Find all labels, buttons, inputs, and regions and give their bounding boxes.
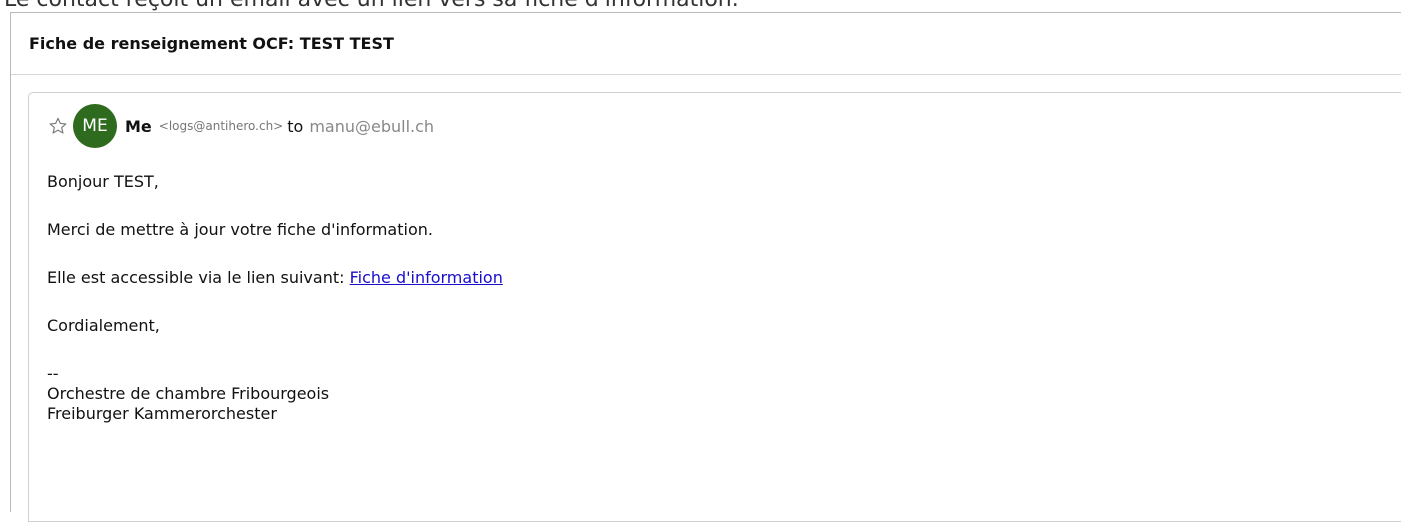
signature-separator: -- — [47, 364, 59, 383]
avatar: ME — [73, 104, 117, 148]
body-line-1: Merci de mettre à jour votre fiche d'inf… — [47, 220, 433, 239]
sender-email: <logs@antihero.ch> — [158, 119, 284, 133]
star-icon[interactable] — [47, 115, 69, 137]
message-header: ME Me <logs@antihero.ch> to manu@ebull.c… — [47, 104, 434, 148]
body-line-2: Elle est accessible via le lien suivant:… — [47, 268, 503, 288]
email-subject: Fiche de renseignement OCF: TEST TEST — [29, 34, 394, 53]
recipient-email: manu@ebull.ch — [309, 116, 435, 136]
fiche-information-link[interactable]: Fiche d'information — [350, 268, 503, 287]
to-label: to — [287, 116, 304, 136]
signature-line-1: Orchestre de chambre Fribourgeois — [47, 384, 330, 403]
message-card: ME Me <logs@antihero.ch> to manu@ebull.c… — [28, 92, 1401, 522]
greeting: Bonjour TEST, — [47, 172, 159, 191]
email-window: Fiche de renseignement OCF: TEST TEST ME… — [10, 12, 1401, 522]
message-body: Bonjour TEST, Merci de mettre à jour vot… — [47, 172, 503, 424]
signature: -- Orchestre de chambre Fribourgeois Fre… — [47, 364, 503, 424]
body-line-2-text: Elle est accessible via le lien suivant: — [47, 268, 345, 287]
closing: Cordialement, — [47, 316, 160, 335]
sender-name: Me — [125, 116, 152, 136]
signature-line-2: Freiburger Kammerorchester — [47, 404, 277, 423]
subject-bar: Fiche de renseignement OCF: TEST TEST — [11, 13, 1401, 75]
page-caption: Le contact reçoit un email avec un lien … — [4, 0, 739, 12]
